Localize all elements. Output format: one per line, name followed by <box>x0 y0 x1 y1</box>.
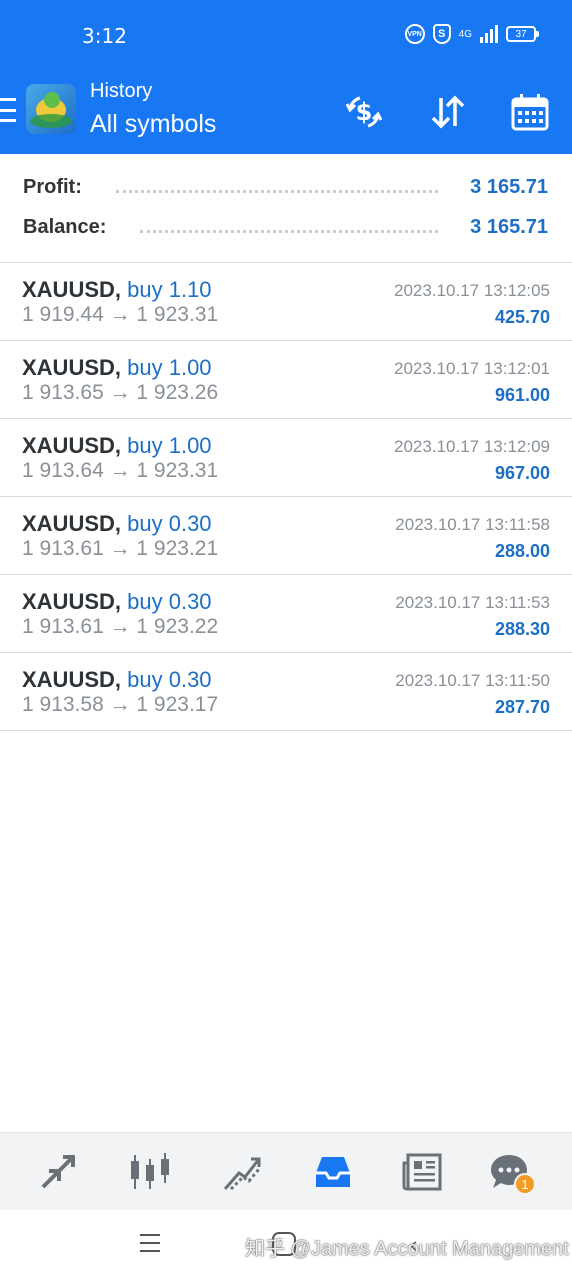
recents-icon[interactable] <box>140 1234 160 1252</box>
trade-prices: 1 913.64 → 1 923.31 <box>22 459 219 482</box>
trade-prices: 1 913.61 → 1 923.21 <box>22 537 219 560</box>
chat-badge: 1 <box>514 1173 536 1195</box>
news-icon[interactable] <box>400 1149 446 1195</box>
trade-time: 2023.10.17 13:12:01 <box>394 359 550 378</box>
trade-profit: 967.00 <box>494 463 550 483</box>
currency-exchange-icon[interactable]: $ <box>342 90 386 134</box>
profit-row: Profit: 3 165.71 <box>0 168 572 208</box>
trade-time: 2023.10.17 13:11:53 <box>395 593 550 612</box>
trade-row[interactable]: XAUUSD, buy 1.00 1 913.65 → 1 923.26 202… <box>0 341 572 419</box>
trade-symbol: XAUUSD, <box>22 667 122 692</box>
dotted-leader <box>116 190 438 193</box>
trade-direction: buy 1.10 <box>127 277 212 302</box>
bottom-nav: 1 <box>0 1132 572 1210</box>
trade-profit: 288.30 <box>494 619 550 639</box>
balance-row: Balance: 3 165.71 <box>0 208 572 248</box>
system-nav-bar: ‹ 知乎 @James Account Management <box>0 1210 572 1280</box>
trade-symbol: XAUUSD, <box>22 277 122 302</box>
trade-direction: buy 1.00 <box>127 355 212 380</box>
trade-symbol: XAUUSD, <box>22 433 122 458</box>
trade-profit: 287.70 <box>494 697 550 717</box>
vpn-icon: VPN <box>404 24 425 44</box>
trade-time: 2023.10.17 13:11:58 <box>395 515 550 534</box>
sort-icon[interactable] <box>426 90 470 134</box>
page-title[interactable]: All symbols <box>90 110 216 139</box>
shield-icon: S <box>432 24 451 44</box>
profit-label: Profit: <box>23 176 82 198</box>
chart-icon[interactable] <box>127 1149 173 1195</box>
trade-direction: buy 0.30 <box>127 667 212 692</box>
status-bar: 3:12 VPN S 4G 37 <box>0 0 572 70</box>
trade-prices: 1 919.44 → 1 923.31 <box>22 303 219 326</box>
trade-time: 2023.10.17 13:12:05 <box>394 281 550 300</box>
profit-value: 3 165.71 <box>470 176 548 198</box>
chat-icon[interactable]: 1 <box>486 1149 536 1195</box>
trade-time: 2023.10.17 13:11:50 <box>395 671 550 690</box>
trade-profit: 425.70 <box>494 307 550 327</box>
balance-label: Balance: <box>23 216 107 238</box>
svg-text:$: $ <box>356 98 373 126</box>
network-type-label: 4G <box>458 28 472 40</box>
trade-prices: 1 913.65 → 1 923.26 <box>22 381 219 404</box>
app-logo[interactable] <box>26 84 76 134</box>
trade-row[interactable]: XAUUSD, buy 1.00 1 913.64 → 1 923.31 202… <box>0 419 572 497</box>
trade-row[interactable]: XAUUSD, buy 0.30 1 913.58 → 1 923.17 202… <box>0 653 572 731</box>
trade-direction: buy 1.00 <box>127 433 212 458</box>
watermark: 知乎 @James Account Management <box>245 1238 569 1260</box>
status-icons: VPN S 4G 37 <box>404 24 539 44</box>
trade-prices: 1 913.58 → 1 923.17 <box>22 693 219 716</box>
trade-profit: 961.00 <box>494 385 550 405</box>
trade-icon[interactable] <box>219 1149 265 1195</box>
balance-value: 3 165.71 <box>470 216 548 238</box>
dotted-leader <box>140 230 438 233</box>
trade-time: 2023.10.17 13:12:09 <box>394 437 550 456</box>
app-bar: History All symbols $ <box>0 70 572 154</box>
trade-direction: buy 0.30 <box>127 511 212 536</box>
trade-symbol: XAUUSD, <box>22 511 122 536</box>
trade-profit: 288.00 <box>494 541 550 561</box>
signal-icon <box>480 25 498 43</box>
trade-row[interactable]: XAUUSD, buy 1.10 1 919.44 → 1 923.31 202… <box>0 263 572 341</box>
trade-direction: buy 0.30 <box>127 589 212 614</box>
trade-symbol: XAUUSD, <box>22 589 122 614</box>
trade-prices: 1 913.61 → 1 923.22 <box>22 615 219 638</box>
battery-icon: 37 <box>506 26 539 42</box>
status-time: 3:12 <box>82 24 127 48</box>
page-subtitle: History <box>90 80 153 102</box>
trade-symbol: XAUUSD, <box>22 355 122 380</box>
history-icon[interactable] <box>310 1149 356 1195</box>
trade-row[interactable]: XAUUSD, buy 0.30 1 913.61 → 1 923.21 202… <box>0 497 572 575</box>
calendar-icon[interactable] <box>508 90 552 134</box>
menu-icon[interactable] <box>0 98 16 122</box>
trade-row[interactable]: XAUUSD, buy 0.30 1 913.61 → 1 923.22 202… <box>0 575 572 653</box>
quotes-icon[interactable] <box>35 1149 81 1195</box>
